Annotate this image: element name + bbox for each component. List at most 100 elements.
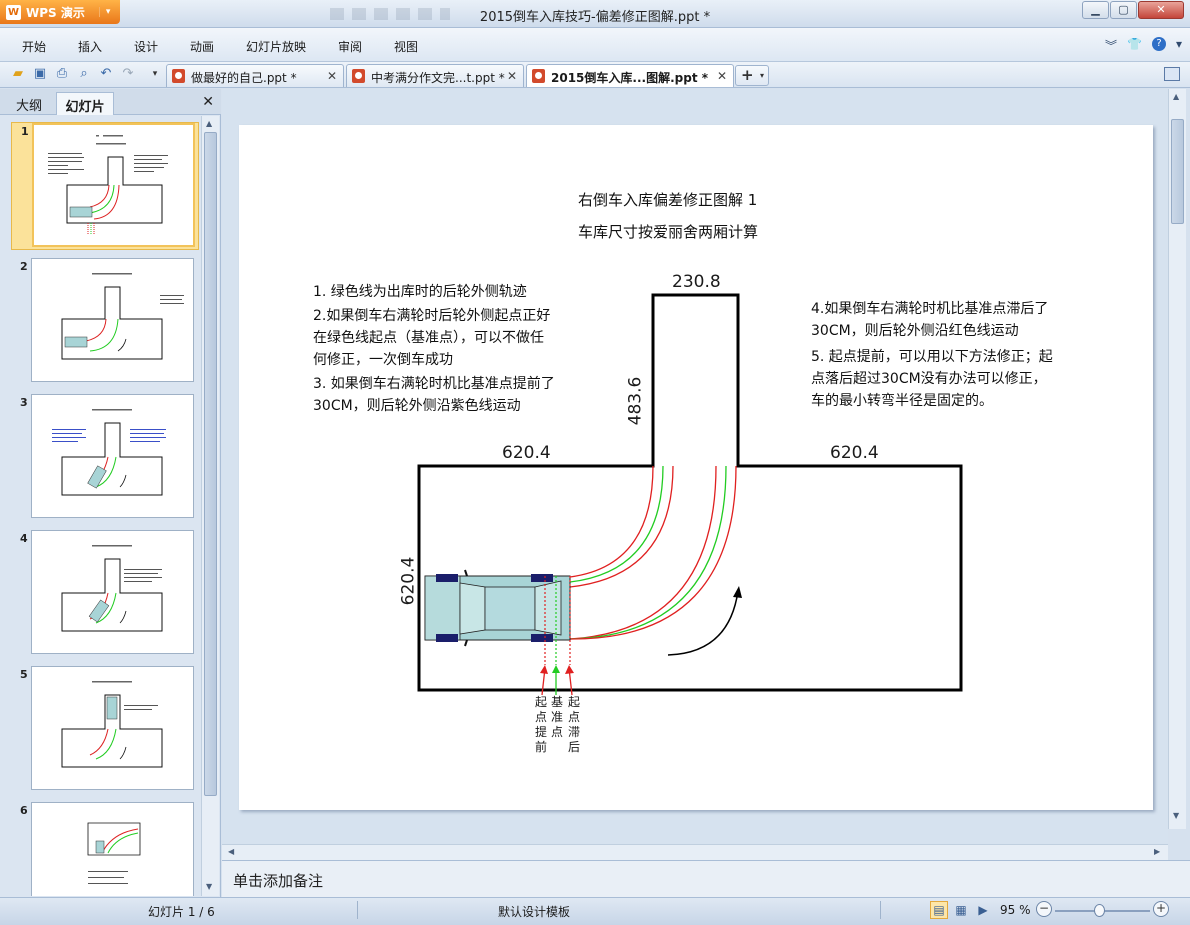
scroll-right-icon[interactable]: ▶ [1154,847,1160,856]
customize-toolbar-icon[interactable]: ▾ [147,66,163,82]
help-icon[interactable]: ? [1151,37,1166,51]
slide-thumbnail-4[interactable]: 4 [11,530,199,658]
slide-thumbnail-6[interactable]: 6 [11,802,199,896]
menu-home[interactable]: 开始 [22,38,46,55]
open-folder-icon[interactable]: ▰ [10,66,26,82]
marker-base-label: 基准点 [551,695,564,739]
red-track-outer-a [569,465,717,640]
new-tab-button[interactable]: + ▾ [735,65,769,86]
minimize-button[interactable]: ▁ [1082,1,1109,19]
doc-tab-label: 做最好的自己.ppt * [191,71,297,85]
close-tab-icon[interactable]: ✕ [507,69,517,83]
menu-design[interactable]: 设计 [134,38,158,55]
notes-area[interactable]: 单击添加备注 [222,860,1190,897]
red-track-outer-b [569,465,737,640]
current-slide[interactable]: 右倒车入库偏差修正图解 1 车库尺寸按爱丽舍两厢计算 1. 绿色线为出库时的后轮… [239,125,1153,810]
slide-thumbnail-2[interactable]: 2 [11,258,199,386]
note-line: 30CM，则后轮外侧沿紫色线运动 [313,398,521,414]
window-layout-icon[interactable] [1164,67,1180,81]
slide-thumbnail-5[interactable]: 5 [11,666,199,794]
slide-number: 5 [20,668,28,681]
slide-thumbnail-preview-icon [87,822,141,884]
zoom-level: 95 % [1000,903,1031,917]
zoom-slider-handle[interactable] [1094,904,1105,917]
ppt-file-icon [352,69,365,83]
scroll-up-icon[interactable]: ▲ [206,119,212,128]
maximize-button[interactable]: ▢ [1110,1,1137,19]
scroll-down-icon[interactable]: ▼ [1173,811,1179,820]
tab-outline[interactable]: 大纲 [6,92,52,115]
tab-slides[interactable]: 幻灯片 [56,92,114,115]
slide-horizontal-scrollbar[interactable]: ◀ ▶ [222,844,1168,860]
chevron-down-icon: ▾ [759,71,764,80]
menu-review[interactable]: 审阅 [338,38,362,55]
scrollbar-thumb[interactable] [1171,119,1184,224]
scrollbar-thumb[interactable] [204,132,217,796]
note-line: 4.如果倒车右满轮时机比基准点滞后了 [811,301,1049,317]
zoom-out-button[interactable]: − [1036,901,1052,917]
red-track-inner-b [569,465,674,588]
menu-right-tools: ︾ 👕 ? ▾ [1105,37,1182,54]
scroll-left-icon[interactable]: ◀ [228,847,234,856]
skin-icon[interactable]: 👕 [1127,37,1142,54]
ppt-file-icon [172,69,185,83]
slide-thumbnail-frame [31,666,194,790]
close-panel-icon[interactable]: ✕ [202,94,214,110]
close-tab-icon[interactable]: ✕ [327,69,337,83]
close-button[interactable]: ✕ [1138,1,1184,19]
marker-early-label: 起点提前 [535,695,548,754]
panel-tabs: 大纲 幻灯片 ✕ [0,89,221,115]
slideshow-view-icon[interactable]: ▶ [974,901,992,919]
slide-thumbnail-frame [31,258,194,382]
left-notes: 1. 绿色线为出库时的后轮外侧轨迹 2.如果倒车右满轮时后轮外侧起点正好 在绿色… [313,281,555,417]
doc-tab-3-active[interactable]: 2015倒车入库...图解.ppt * ✕ [526,64,734,87]
slide-panel: 大纲 幻灯片 ✕ 1 2 3 4 5 6 ▲ ▼ [0,89,221,897]
green-track-inner [569,465,664,583]
slide-number: 2 [20,260,28,273]
slide-thumbnail-list: 1 2 3 4 5 6 [0,116,200,896]
chevron-down-icon[interactable]: ▾ [1176,37,1182,54]
collapse-ribbon-icon[interactable]: ︾ [1105,37,1117,54]
doc-tab-1[interactable]: 做最好的自己.ppt * ✕ [166,64,344,87]
note-line: 5. 起点提前，可以用以下方法修正；起 [811,349,1053,365]
note-line: 在绿色线起点（基准点），可以不做任 [313,330,544,346]
redo-icon[interactable]: ↷ [120,66,136,82]
normal-view-icon[interactable]: ▤ [930,901,948,919]
slide-thumbnail-preview-icon [52,409,166,496]
note-line: 3. 如果倒车右满轮时机比基准点提前了 [313,376,555,392]
menu-view[interactable]: 视图 [394,38,418,55]
dim-garage-width: 230.8 [672,272,721,292]
note-line: 车的最小转弯半径是固定的。 [811,393,993,409]
dim-garage-depth: 483.6 [625,376,646,426]
zoom-in-button[interactable]: + [1153,901,1169,917]
slide-sorter-view-icon[interactable]: ▦ [952,901,970,919]
slide-vertical-scrollbar[interactable]: ▲ ▼ [1168,89,1186,829]
close-tab-icon[interactable]: ✕ [717,69,727,83]
quick-access-toolbar: ▰ ▣ ⎙ ⌕ ↶ ↷ ▾ 做最好的自己.ppt * ✕ 中考满分作文完...t… [0,62,1190,88]
menu-animation[interactable]: 动画 [190,38,214,55]
slide-thumbnail-frame [31,530,194,654]
right-notes: 4.如果倒车右满轮时机比基准点滞后了 30CM，则后轮外侧沿红色线运动 5. 起… [811,298,1053,412]
slide-number: 4 [20,532,28,545]
menu-insert[interactable]: 插入 [78,38,102,55]
red-track-inner-a [569,465,654,578]
slide-thumbnail-preview-icon [61,681,163,768]
status-divider [880,901,881,919]
print-icon[interactable]: ⎙ [54,66,70,82]
slide-list-scrollbar[interactable]: ▲ ▼ [201,116,219,896]
slide-thumbnail-frame [31,802,194,896]
dim-left-road: 620.4 [502,443,551,463]
ppt-file-icon [532,69,545,83]
scroll-up-icon[interactable]: ▲ [1173,92,1179,101]
scroll-down-icon[interactable]: ▼ [206,882,212,891]
print-preview-icon[interactable]: ⌕ [76,66,92,82]
design-template-name: 默认设计模板 [498,905,571,919]
slide-thumbnail-3[interactable]: 3 [11,394,199,522]
doc-tab-2[interactable]: 中考满分作文完...t.ppt * ✕ [346,64,524,87]
status-divider [357,901,358,919]
undo-icon[interactable]: ↶ [98,66,114,82]
menu-slideshow[interactable]: 幻灯片放映 [246,38,306,55]
slide-number: 6 [20,804,28,817]
slide-thumbnail-1[interactable]: 1 [11,122,199,250]
save-icon[interactable]: ▣ [32,66,48,82]
